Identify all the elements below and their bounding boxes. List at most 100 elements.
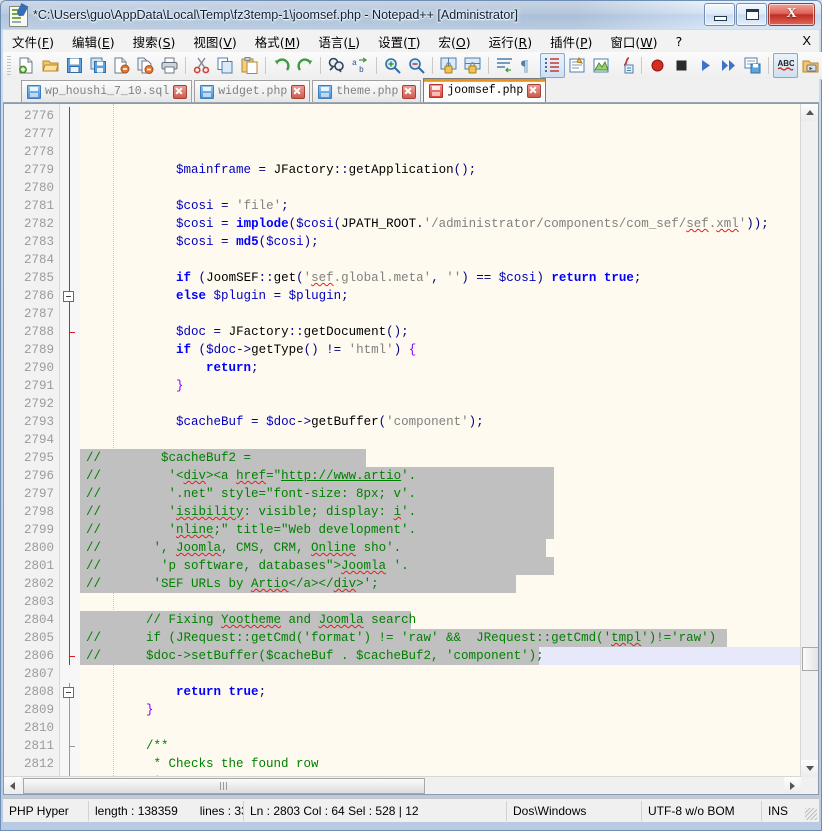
save-macro-icon[interactable] — [741, 54, 764, 77]
fold-row[interactable] — [60, 755, 80, 773]
fold-row[interactable] — [60, 305, 80, 323]
menu-view[interactable]: 视图(V) — [185, 30, 244, 53]
menu-run[interactable]: 运行(R) — [481, 30, 540, 53]
new-file-icon[interactable] — [15, 54, 38, 77]
tab-theme-php[interactable]: theme.php — [312, 80, 421, 102]
fold-row[interactable] — [60, 593, 80, 611]
code-line[interactable] — [80, 593, 818, 611]
fold-row[interactable] — [60, 431, 80, 449]
fold-row[interactable] — [60, 287, 80, 305]
fold-row[interactable] — [60, 719, 80, 737]
tab-joomsef-php[interactable]: joomsef.php — [423, 78, 546, 102]
fold-row[interactable] — [60, 467, 80, 485]
fold-row[interactable] — [60, 449, 80, 467]
code-line[interactable] — [80, 179, 818, 197]
fold-row[interactable] — [60, 107, 80, 125]
menu-settings[interactable]: 设置(T) — [370, 30, 428, 53]
code-folding-margin[interactable] — [60, 104, 80, 794]
fold-row[interactable] — [60, 737, 80, 755]
fold-row[interactable] — [60, 341, 80, 359]
code-line[interactable] — [80, 719, 818, 737]
tab-wp-houshi-sql[interactable]: wp_houshi_7_10.sql — [21, 80, 192, 102]
redo-icon[interactable] — [294, 54, 317, 77]
menu-file[interactable]: 文件(F) — [4, 30, 62, 53]
fold-row[interactable] — [60, 629, 80, 647]
horizontal-scroll-thumb[interactable] — [23, 778, 425, 794]
code-line[interactable]: // Fixing Yootheme and Joomla search — [80, 611, 818, 629]
paste-icon[interactable] — [238, 54, 261, 77]
fold-row[interactable] — [60, 143, 80, 161]
sync-horizontal-icon[interactable] — [461, 54, 484, 77]
user-language-icon[interactable] — [566, 54, 589, 77]
code-line[interactable]: return true; — [80, 683, 818, 701]
fold-row[interactable] — [60, 485, 80, 503]
fold-row[interactable] — [60, 665, 80, 683]
tab-close-icon[interactable] — [402, 85, 416, 99]
doc-map-icon[interactable] — [590, 54, 613, 77]
code-line[interactable]: // $doc->setBuffer($cacheBuf . $cacheBuf… — [80, 647, 818, 665]
menu-window[interactable]: 窗口(W) — [602, 30, 665, 53]
close-document-button[interactable]: X — [802, 33, 811, 48]
code-line[interactable] — [80, 395, 818, 413]
status-encoding[interactable]: UTF-8 w/o BOM — [642, 801, 762, 821]
cut-icon[interactable] — [190, 54, 213, 77]
close-file-icon[interactable] — [110, 54, 133, 77]
code-line[interactable]: if ($doc->getType() != 'html') { — [80, 341, 818, 359]
sync-vertical-icon[interactable] — [437, 54, 460, 77]
fold-row[interactable] — [60, 251, 80, 269]
code-line[interactable] — [80, 665, 818, 683]
code-line[interactable]: } — [80, 377, 818, 395]
code-line[interactable]: if (JoomSEF::get('sef.global.meta', '') … — [80, 269, 818, 287]
menu-search[interactable]: 搜索(S) — [125, 30, 184, 53]
menu-macro[interactable]: 宏(O) — [430, 30, 478, 53]
fold-row[interactable] — [60, 539, 80, 557]
tab-close-icon[interactable] — [527, 84, 541, 98]
resize-grip[interactable] — [805, 808, 817, 820]
code-line[interactable]: $doc = JFactory::getDocument(); — [80, 323, 818, 341]
tab-close-icon[interactable] — [173, 85, 187, 99]
code-line[interactable]: // '.net" style="font-size: 8px; v'. — [80, 485, 818, 503]
code-text-area[interactable]: $mainframe = JFactory::getApplication();… — [80, 104, 818, 794]
play-macro-icon[interactable] — [694, 54, 717, 77]
code-line[interactable]: // '<div><a href="http://www.artio'. — [80, 467, 818, 485]
scroll-down-button[interactable] — [801, 760, 818, 777]
fold-row[interactable] — [60, 701, 80, 719]
code-line[interactable]: $cosi = implode($cosi(JPATH_ROOT.'/admin… — [80, 215, 818, 233]
minimize-button[interactable] — [704, 3, 735, 26]
fold-row[interactable] — [60, 647, 80, 665]
code-line[interactable]: // 'p software, databases">Joomla '. — [80, 557, 818, 575]
fold-row[interactable] — [60, 197, 80, 215]
scroll-up-button[interactable] — [801, 104, 818, 121]
print-icon[interactable] — [158, 54, 181, 77]
function-list-icon[interactable] — [614, 54, 637, 77]
fold-row[interactable] — [60, 575, 80, 593]
fold-row[interactable] — [60, 557, 80, 575]
menu-help[interactable]: ? — [668, 32, 691, 51]
code-line[interactable]: // $cacheBuf2 = — [80, 449, 818, 467]
code-line[interactable]: $mainframe = JFactory::getApplication(); — [80, 161, 818, 179]
fold-collapse-box[interactable] — [63, 291, 74, 302]
fold-row[interactable] — [60, 125, 80, 143]
find-icon[interactable] — [325, 54, 348, 77]
fold-row[interactable] — [60, 269, 80, 287]
fold-row[interactable] — [60, 395, 80, 413]
code-line[interactable]: * Checks the found row — [80, 755, 818, 773]
status-language[interactable]: PHP Hyper — [3, 801, 89, 821]
maximize-button[interactable] — [736, 3, 767, 26]
tab-close-icon[interactable] — [291, 85, 305, 99]
status-eol[interactable]: Dos\Windows — [507, 801, 642, 821]
code-line[interactable]: } — [80, 701, 818, 719]
code-line[interactable] — [80, 251, 818, 269]
fold-row[interactable] — [60, 377, 80, 395]
fold-row[interactable] — [60, 521, 80, 539]
close-button[interactable]: X — [768, 3, 815, 26]
code-line[interactable]: $cosi = md5($cosi); — [80, 233, 818, 251]
tab-widget-php[interactable]: widget.php — [194, 80, 310, 102]
run-icon[interactable] — [799, 54, 822, 77]
save-icon[interactable] — [63, 54, 86, 77]
fold-row[interactable] — [60, 503, 80, 521]
code-line[interactable]: else $plugin = $plugin; — [80, 287, 818, 305]
horizontal-scrollbar[interactable] — [4, 776, 801, 794]
code-line[interactable]: /** — [80, 737, 818, 755]
record-macro-icon[interactable] — [646, 54, 669, 77]
